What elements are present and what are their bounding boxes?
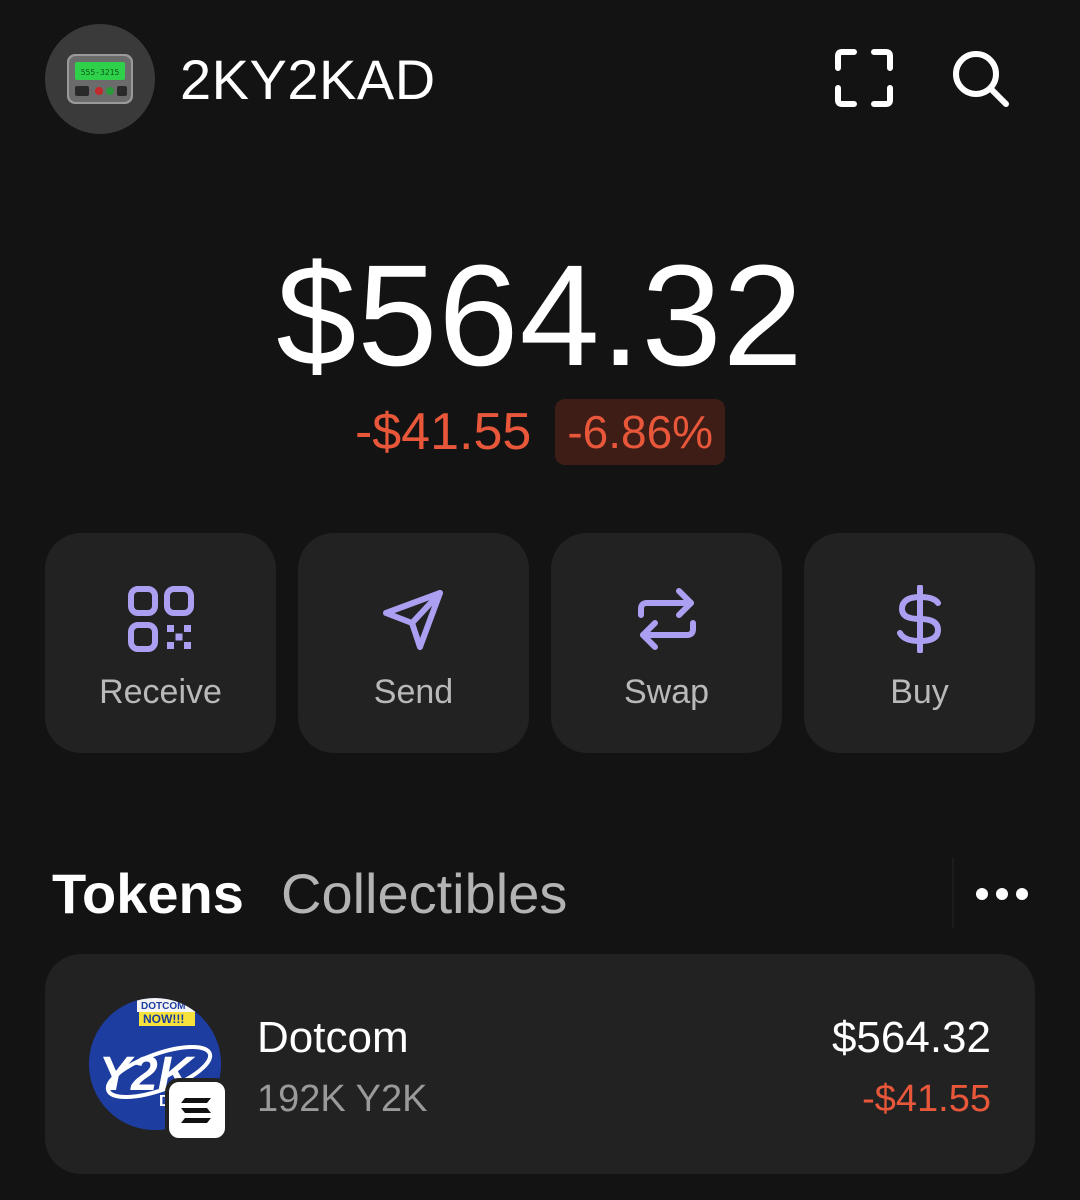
scan-icon: [835, 49, 893, 107]
token-value: $564.32: [831, 1013, 991, 1062]
solana-icon: [181, 1098, 211, 1123]
token-quantity: 192K Y2K: [257, 1078, 428, 1120]
send-label: Send: [373, 673, 454, 711]
send-button[interactable]: Send: [298, 533, 529, 753]
svg-text:555-3215: 555-3215: [81, 68, 120, 77]
receive-label: Receive: [99, 673, 222, 711]
token-row-dotcom[interactable]: DOTCOM NOW!!! Y2K D Dotcom 192K Y2K $564…: [45, 954, 1035, 1174]
svg-text:NOW!!!: NOW!!!: [143, 1012, 184, 1026]
scan-button[interactable]: [832, 46, 896, 110]
account-avatar[interactable]: 555-3215: [45, 24, 155, 134]
svg-text:DOTCOM: DOTCOM: [141, 1001, 185, 1012]
buy-button[interactable]: Buy: [804, 533, 1035, 753]
account-name[interactable]: 2KY2KAD: [180, 48, 436, 112]
swap-button[interactable]: Swap: [551, 533, 782, 753]
send-icon: [382, 590, 443, 650]
balance-change-percent-badge: -6.86%: [555, 399, 726, 465]
search-button[interactable]: [948, 46, 1012, 110]
swap-label: Swap: [623, 673, 710, 711]
swap-icon: [637, 588, 696, 650]
tab-tokens[interactable]: Tokens: [52, 858, 244, 930]
more-options-button[interactable]: [972, 872, 1032, 916]
tab-divider: [952, 858, 954, 928]
qr-code-icon: [127, 586, 194, 652]
tab-collectibles[interactable]: Collectibles: [281, 858, 567, 930]
buy-label: Buy: [890, 673, 949, 711]
total-balance: $564.32: [276, 235, 804, 396]
token-name: Dotcom: [257, 1013, 409, 1062]
balance-change-row: -$41.55 -6.86%: [0, 398, 1080, 466]
balance-change-amount: -$41.55: [354, 403, 532, 461]
action-buttons: Receive Send Swap Buy: [45, 533, 1035, 753]
search-icon: [953, 51, 1009, 107]
token-change: -$41.55: [862, 1078, 991, 1120]
header: 555-3215 2KY2KAD: [0, 0, 1080, 160]
solana-chain-badge: [165, 1078, 229, 1142]
more-horizontal-icon: [976, 888, 1028, 900]
pager-icon: 555-3215: [67, 54, 133, 104]
asset-tabs: Tokens Collectibles: [52, 858, 1032, 934]
dollar-icon: [896, 585, 941, 653]
receive-button[interactable]: Receive: [45, 533, 276, 753]
